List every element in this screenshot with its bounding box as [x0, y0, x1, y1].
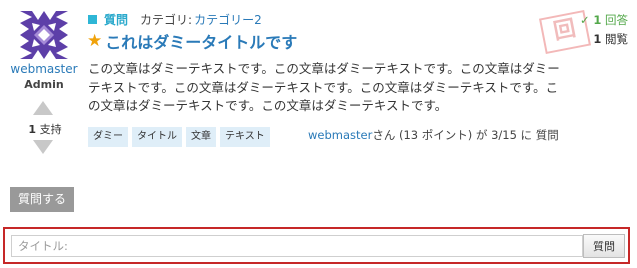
user-role: Admin: [24, 78, 64, 91]
star-icon[interactable]: ★: [87, 32, 102, 50]
question-type-icon: [88, 15, 97, 24]
check-icon: ✓: [580, 13, 590, 27]
answer-count-label: 回答: [605, 13, 628, 27]
question-title-row: ★ これはダミータイトルです: [87, 29, 297, 53]
tag[interactable]: ダミー: [88, 127, 128, 147]
question-type-label: 質問: [104, 13, 129, 27]
asked-info: webmasterさん (13 ポイント) が 3/15 に 質問: [308, 127, 559, 143]
submit-question-button[interactable]: 質問: [583, 234, 625, 258]
ask-question-button[interactable]: 質問する: [10, 187, 74, 212]
vote-label: 支持: [39, 123, 62, 136]
arrow-up-icon[interactable]: [33, 101, 53, 115]
view-count-label: 閲覧: [605, 32, 628, 46]
user-avatar[interactable]: [20, 11, 68, 59]
question-body: この文章はダミーテキストです。この文章はダミーテキストです。この文章はダミーテキ…: [88, 61, 560, 113]
arrow-down-icon[interactable]: [33, 140, 53, 154]
vote-number: 1: [28, 123, 37, 136]
answer-count-number: 1: [593, 13, 602, 27]
view-count-number: 1: [593, 32, 602, 46]
asked-by-link[interactable]: webmaster: [308, 128, 372, 142]
category-prefix: カテゴリ:: [140, 13, 193, 27]
title-input[interactable]: [11, 235, 583, 257]
tag[interactable]: テキスト: [220, 127, 270, 147]
tag[interactable]: 文章: [186, 127, 216, 147]
ask-form: 質問: [3, 227, 630, 264]
answer-count: ✓ 1 回答: [560, 12, 628, 28]
view-count: 1 閲覧: [560, 31, 628, 47]
tag-list: ダミー タイトル 文章 テキスト: [88, 127, 270, 147]
category-link[interactable]: カテゴリー2: [194, 11, 262, 28]
question-meta: 質問 カテゴリ: カテゴリー2: [88, 11, 262, 28]
question-title[interactable]: これはダミータイトルです: [105, 29, 297, 53]
vote-count: 1 支持: [15, 121, 75, 137]
asked-info-text: さん (13 ポイント) が 3/15 に 質問: [372, 128, 559, 142]
tag[interactable]: タイトル: [132, 127, 182, 147]
user-name-link[interactable]: webmaster: [10, 62, 78, 76]
